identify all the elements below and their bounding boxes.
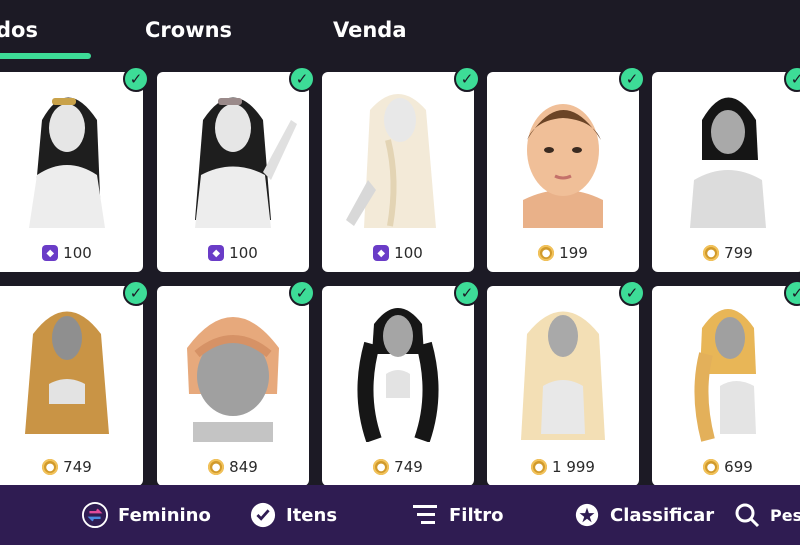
items-label: Itens	[286, 504, 338, 526]
price-value: 100	[229, 244, 258, 262]
gem-icon: ◆	[373, 245, 390, 261]
item-card[interactable]: ✓ ● 199	[487, 66, 645, 272]
price-value: 749	[394, 458, 423, 476]
price-tag: ● 749	[0, 458, 143, 476]
coin-icon: ●	[531, 459, 548, 475]
price-tag: ● 699	[652, 458, 800, 476]
sort-label: Classificar	[610, 504, 715, 526]
owned-check-icon: ✓	[454, 66, 480, 92]
price-tag: ● 749	[322, 458, 474, 476]
gem-icon: ◆	[42, 245, 59, 261]
coin-icon: ●	[373, 459, 390, 475]
owned-check-icon: ✓	[619, 280, 645, 306]
category-tab-bar: dos Crowns Venda	[0, 0, 800, 60]
checkmark-circle-icon	[250, 502, 276, 528]
gender-toggle-button[interactable]: Feminino	[82, 485, 211, 545]
item-card[interactable]: ✓ ● 849	[157, 280, 315, 485]
price-tag: ◆ 100	[322, 244, 474, 262]
hair-preview-image	[658, 294, 798, 442]
coin-icon: ●	[703, 245, 720, 261]
tab-crowns[interactable]: Crowns	[145, 14, 232, 46]
search-button[interactable]: Pesqu	[734, 485, 800, 545]
tab-venda[interactable]: Venda	[333, 14, 407, 46]
owned-check-icon: ✓	[289, 280, 315, 306]
price-tag: ◆ 100	[0, 244, 143, 262]
price-value: 1 999	[552, 458, 595, 476]
price-tag: ◆ 100	[157, 244, 309, 262]
sort-star-icon	[574, 502, 600, 528]
active-tab-indicator	[0, 53, 91, 59]
price-tag: ● 199	[487, 244, 639, 262]
swap-icon	[82, 502, 108, 528]
hair-preview-image	[163, 80, 303, 228]
owned-check-icon: ✓	[123, 66, 149, 92]
hair-preview-image	[328, 80, 468, 228]
price-value: 799	[724, 244, 753, 262]
hair-preview-image	[493, 294, 633, 442]
hair-preview-image	[493, 80, 633, 228]
owned-check-icon: ✓	[454, 280, 480, 306]
item-card[interactable]: ✓ ● 1 999	[487, 280, 645, 485]
price-value: 749	[63, 458, 92, 476]
owned-check-icon: ✓	[289, 66, 315, 92]
price-value: 199	[559, 244, 588, 262]
search-label: Pesqu	[770, 505, 800, 525]
hair-preview-image	[0, 80, 137, 228]
item-card[interactable]: ✓ ● 699	[652, 280, 800, 485]
price-value: 100	[63, 244, 92, 262]
item-card[interactable]: ✓ ● 799	[652, 66, 800, 272]
price-value: 849	[229, 458, 258, 476]
hair-preview-image	[658, 80, 798, 228]
bottom-action-bar: Feminino Itens Filtro Classificar Pes	[0, 485, 800, 545]
owned-check-icon: ✓	[123, 280, 149, 306]
item-card[interactable]: ✓ ● 749	[0, 280, 149, 485]
price-tag: ● 799	[652, 244, 800, 262]
coin-icon: ●	[208, 459, 225, 475]
price-tag: ● 1 999	[487, 458, 639, 476]
gem-icon: ◆	[208, 245, 225, 261]
coin-icon: ●	[42, 459, 59, 475]
price-tag: ● 849	[157, 458, 309, 476]
coin-icon: ●	[538, 245, 555, 261]
owned-check-icon: ✓	[619, 66, 645, 92]
search-icon	[734, 502, 760, 528]
item-card[interactable]: ✓ ◆ 100	[157, 66, 315, 272]
filter-label: Filtro	[449, 504, 504, 526]
hair-preview-image	[163, 294, 303, 442]
hair-preview-image	[0, 294, 137, 442]
coin-icon: ●	[703, 459, 720, 475]
item-card[interactable]: ✓ ◆ 100	[322, 66, 480, 272]
price-value: 699	[724, 458, 753, 476]
filter-lines-icon	[413, 502, 439, 528]
item-card[interactable]: ✓ ◆ 100	[0, 66, 149, 272]
sort-button[interactable]: Classificar	[574, 485, 714, 545]
price-value: 100	[394, 244, 423, 262]
gender-label: Feminino	[118, 504, 211, 526]
item-grid: ✓ ◆ 100 ✓ ◆ 100 ✓ ◆ 100 ✓ ● 199 ✓ ● 799 …	[0, 60, 800, 485]
filter-button[interactable]: Filtro	[413, 485, 503, 545]
item-card[interactable]: ✓ ● 749	[322, 280, 480, 485]
items-filter-button[interactable]: Itens	[250, 485, 337, 545]
hair-preview-image	[328, 294, 468, 442]
tab-todos[interactable]: dos	[0, 14, 38, 46]
